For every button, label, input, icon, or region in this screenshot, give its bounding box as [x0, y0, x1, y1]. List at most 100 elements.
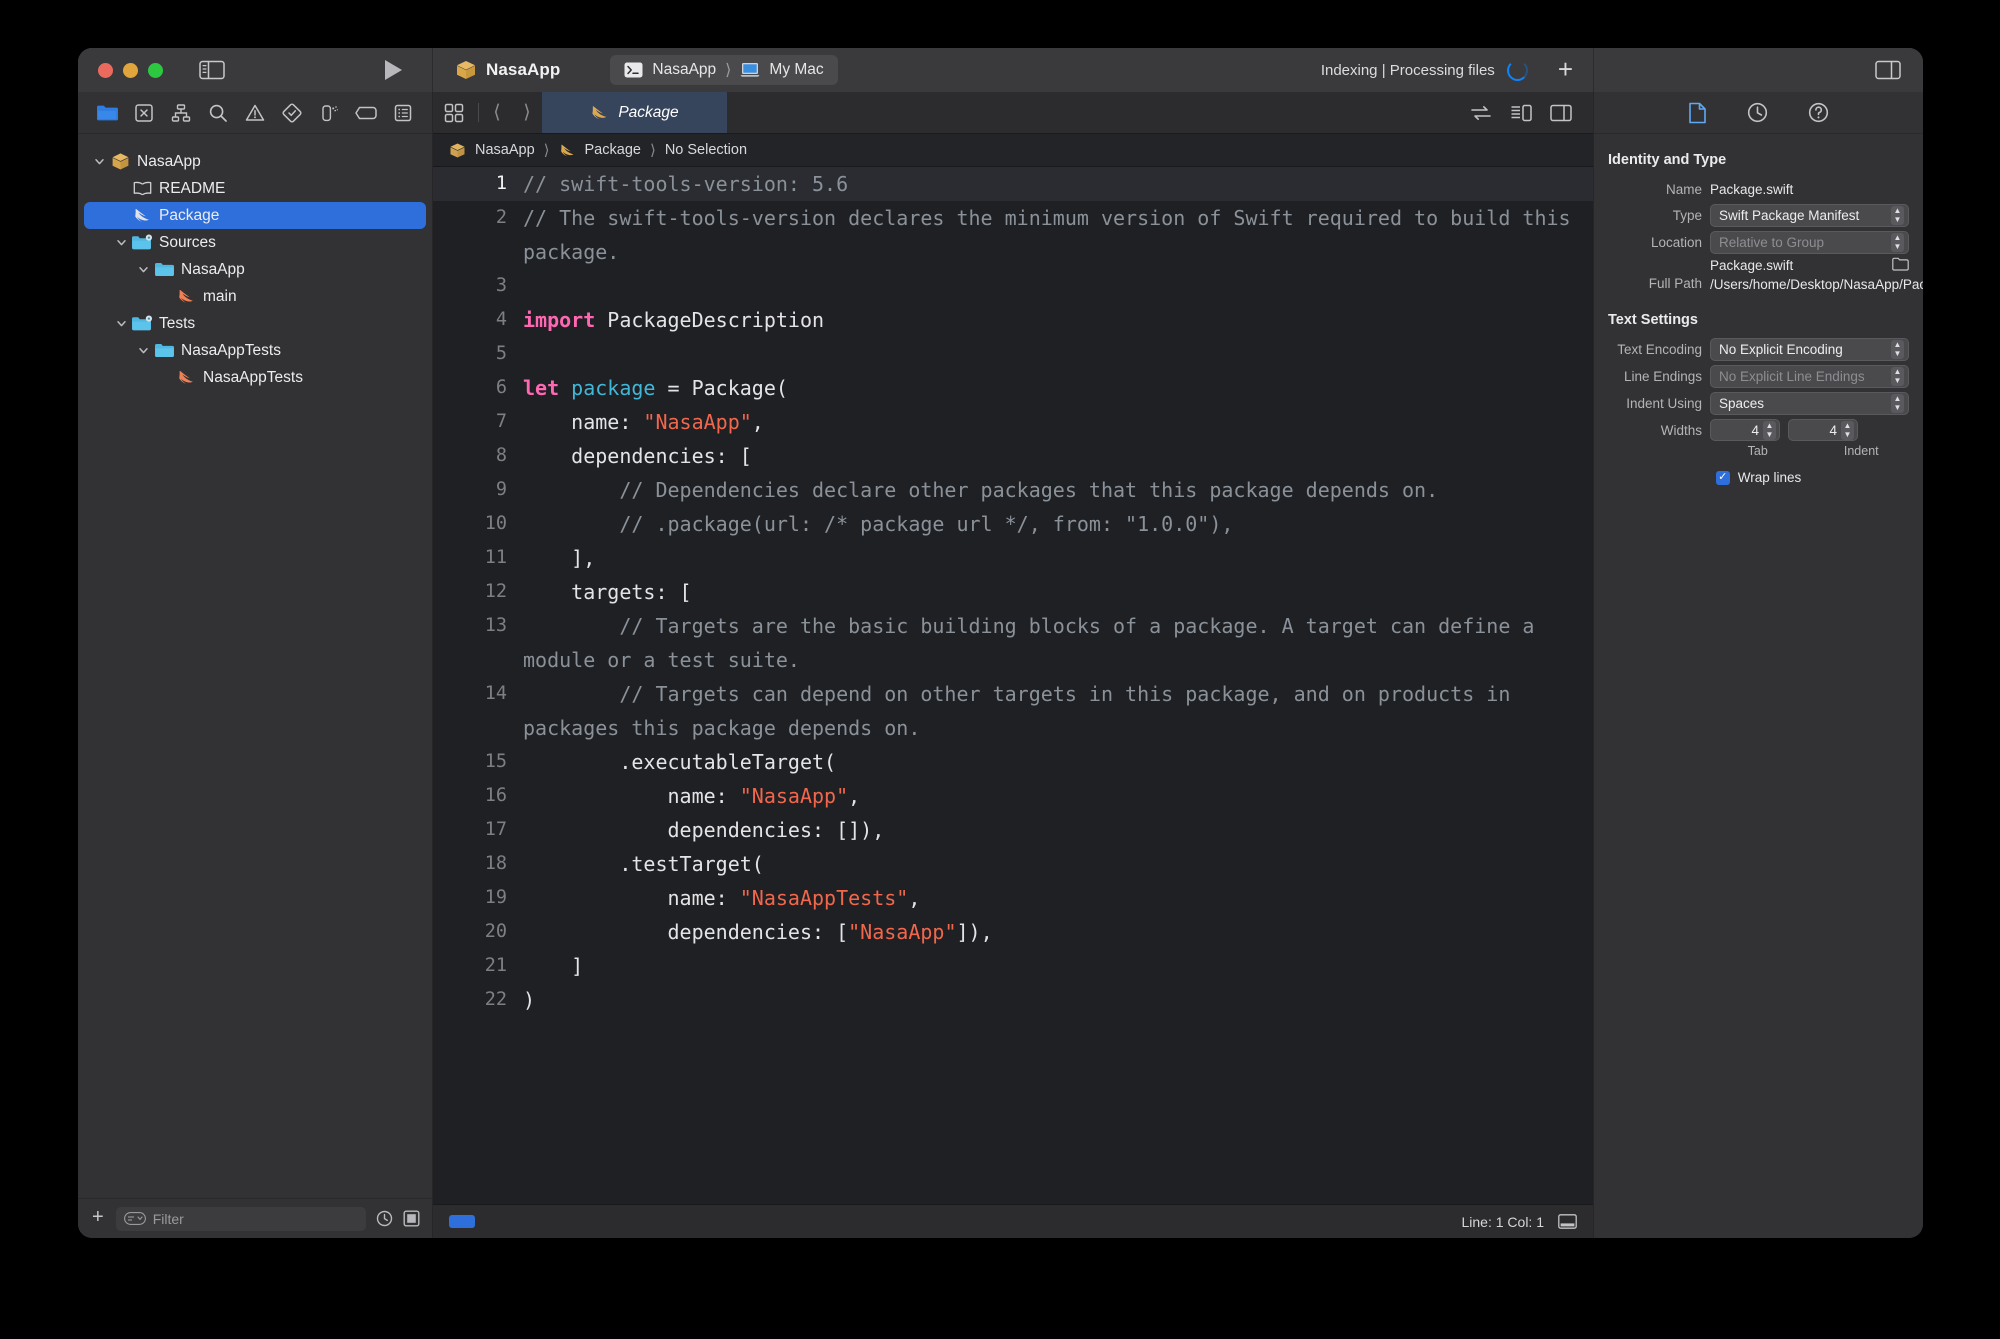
history-inspector-icon[interactable] [1747, 102, 1768, 123]
code-line-text[interactable]: ], [523, 541, 1593, 575]
navigate-forward-button[interactable]: ⟩ [512, 92, 542, 133]
editor-tab-package[interactable]: Package [542, 92, 727, 133]
hierarchy-icon[interactable] [166, 100, 196, 126]
code-line[interactable]: 5 [433, 337, 1593, 371]
code-line[interactable]: 19 name: "NasaAppTests", [433, 881, 1593, 915]
code-line[interactable]: 20 dependencies: ["NasaApp"]), [433, 915, 1593, 949]
disclosure-triangle-icon[interactable] [134, 345, 152, 356]
code-line[interactable]: 8 dependencies: [ [433, 439, 1593, 473]
source-control-filter-icon[interactable] [403, 1210, 420, 1227]
text-encoding-select[interactable]: No Explicit Encoding ▲ ▼ [1710, 338, 1909, 361]
recent-filter-icon[interactable] [376, 1210, 393, 1227]
zoom-button[interactable] [148, 62, 163, 78]
breadcrumb-item-1[interactable]: Package [585, 142, 641, 158]
breadcrumb[interactable]: NasaApp ⟩ Package ⟩ No Selection [433, 134, 1593, 167]
code-line-text[interactable]: dependencies: ["NasaApp"]), [523, 915, 1593, 949]
wrap-lines-row[interactable]: ✓ Wrap lines [1594, 460, 1923, 485]
folder-icon[interactable] [92, 100, 122, 126]
code-line-text[interactable]: ) [523, 983, 1593, 1017]
code-line[interactable]: 2 // The swift-tools-version declares the… [433, 201, 1593, 269]
location-select[interactable]: Relative to Group ▲ ▼ [1710, 231, 1909, 254]
tree-item-readme-1[interactable]: README [84, 175, 426, 202]
choose-folder-icon[interactable] [1892, 257, 1909, 271]
toggle-inspector-icon[interactable] [1875, 59, 1901, 81]
code-line-text[interactable]: ] [523, 949, 1593, 983]
code-line-text[interactable]: name: "NasaApp", [523, 779, 1593, 813]
code-line-text[interactable]: // Targets are the basic building blocks… [523, 609, 1593, 677]
disclosure-triangle-icon[interactable] [90, 156, 108, 167]
add-editor-button[interactable]: + [1552, 56, 1579, 85]
line-endings-select[interactable]: No Explicit Line Endings ▲ ▼ [1710, 365, 1909, 388]
add-assistant-editor-icon[interactable] [1543, 104, 1579, 122]
tree-item-package-2[interactable]: Package [84, 202, 426, 229]
code-line[interactable]: 1 // swift-tools-version: 5.6 [433, 167, 1593, 201]
scheme-destination-selector[interactable]: NasaApp ⟩ My Mac [610, 55, 838, 85]
source-control-icon[interactable] [129, 100, 159, 126]
code-editor[interactable]: 1 // swift-tools-version: 5.6 2 // The swif… [433, 167, 1593, 1204]
code-line[interactable]: 18 .testTarget( [433, 847, 1593, 881]
minimap-toggle-icon[interactable] [1558, 1214, 1577, 1229]
code-line[interactable]: 14 // Targets can depend on other target… [433, 677, 1593, 745]
code-line[interactable]: 11 ], [433, 541, 1593, 575]
code-line-text[interactable]: // Dependencies declare other packages t… [523, 473, 1593, 507]
warning-icon[interactable] [240, 100, 270, 126]
code-line[interactable]: 22) [433, 983, 1593, 1017]
code-line-text[interactable]: // swift-tools-version: 5.6 [523, 167, 1593, 201]
code-line-text[interactable]: // The swift-tools-version declares the … [523, 201, 1593, 269]
project-navigator-tree[interactable]: NasaApp README Package Sources NasaApp main Te… [78, 134, 432, 1198]
code-line[interactable]: 9 // Dependencies declare other packages… [433, 473, 1593, 507]
code-review-icon[interactable] [1463, 104, 1499, 122]
indent-using-select[interactable]: Spaces ▲ ▼ [1710, 392, 1909, 415]
project-button[interactable]: NasaApp [447, 55, 568, 85]
code-line[interactable]: 21 ] [433, 949, 1593, 983]
minimize-button[interactable] [123, 62, 138, 78]
code-lines-container[interactable]: 1 // swift-tools-version: 5.6 2 // The swif… [433, 167, 1593, 1204]
debug-icon[interactable] [314, 100, 344, 126]
code-line-text[interactable]: name: "NasaAppTests", [523, 881, 1593, 915]
adjust-editor-icon[interactable] [1503, 104, 1539, 122]
tree-item-nasaapptests-8[interactable]: NasaAppTests [84, 364, 426, 391]
code-line-text[interactable] [523, 269, 1593, 303]
code-line[interactable]: 15 .executableTarget( [433, 745, 1593, 779]
code-line[interactable]: 4 import PackageDescription [433, 303, 1593, 337]
code-line-text[interactable]: import PackageDescription [523, 303, 1593, 337]
tree-item-sources-3[interactable]: Sources [84, 229, 426, 256]
code-line[interactable]: 10 // .package(url: /* package url */, f… [433, 507, 1593, 541]
code-line-text[interactable]: targets: [ [523, 575, 1593, 609]
breadcrumb-item-0[interactable]: NasaApp [475, 142, 535, 158]
navigate-back-button[interactable]: ⟨ [482, 92, 512, 133]
code-line[interactable]: 12 targets: [ [433, 575, 1593, 609]
disclosure-triangle-icon[interactable] [112, 237, 130, 248]
code-line-text[interactable]: // Targets can depend on other targets i… [523, 677, 1593, 745]
minimap-indicator[interactable] [449, 1215, 475, 1228]
report-icon[interactable] [388, 100, 418, 126]
code-line-text[interactable]: // .package(url: /* package url */, from… [523, 507, 1593, 541]
indent-width-stepper[interactable]: 4 ▲ ▼ [1788, 419, 1858, 441]
search-icon[interactable] [203, 100, 233, 126]
test-icon[interactable] [277, 100, 307, 126]
breakpoint-icon[interactable] [351, 100, 381, 126]
disclosure-triangle-icon[interactable] [134, 264, 152, 275]
tab-width-stepper[interactable]: 4 ▲ ▼ [1710, 419, 1780, 441]
code-line-text[interactable]: .executableTarget( [523, 745, 1593, 779]
tree-item-nasaapp-0[interactable]: NasaApp [84, 148, 426, 175]
toggle-navigator-icon[interactable] [199, 59, 225, 81]
add-file-button[interactable]: + [90, 1207, 106, 1230]
code-line[interactable]: 13 // Targets are the basic building blo… [433, 609, 1593, 677]
run-button[interactable] [382, 58, 404, 82]
code-line[interactable]: 3 [433, 269, 1593, 303]
activity-status-area[interactable]: Indexing | Processing files [1321, 59, 1538, 81]
tree-item-nasaapptests-7[interactable]: NasaAppTests [84, 337, 426, 364]
type-select[interactable]: Swift Package Manifest ▲ ▼ [1710, 204, 1909, 227]
file-inspector-icon[interactable] [1688, 102, 1707, 124]
code-line[interactable]: 7 name: "NasaApp", [433, 405, 1593, 439]
disclosure-triangle-icon[interactable] [112, 318, 130, 329]
wrap-lines-checkbox[interactable]: ✓ [1715, 470, 1730, 485]
filter-input[interactable]: Filter [115, 1206, 366, 1231]
code-line-text[interactable]: .testTarget( [523, 847, 1593, 881]
code-line-text[interactable]: dependencies: []), [523, 813, 1593, 847]
breadcrumb-item-2[interactable]: No Selection [665, 142, 747, 158]
code-line[interactable]: 6 let package = Package( [433, 371, 1593, 405]
quick-help-icon[interactable] [1808, 102, 1829, 123]
name-value[interactable]: Package.swift [1710, 182, 1909, 197]
